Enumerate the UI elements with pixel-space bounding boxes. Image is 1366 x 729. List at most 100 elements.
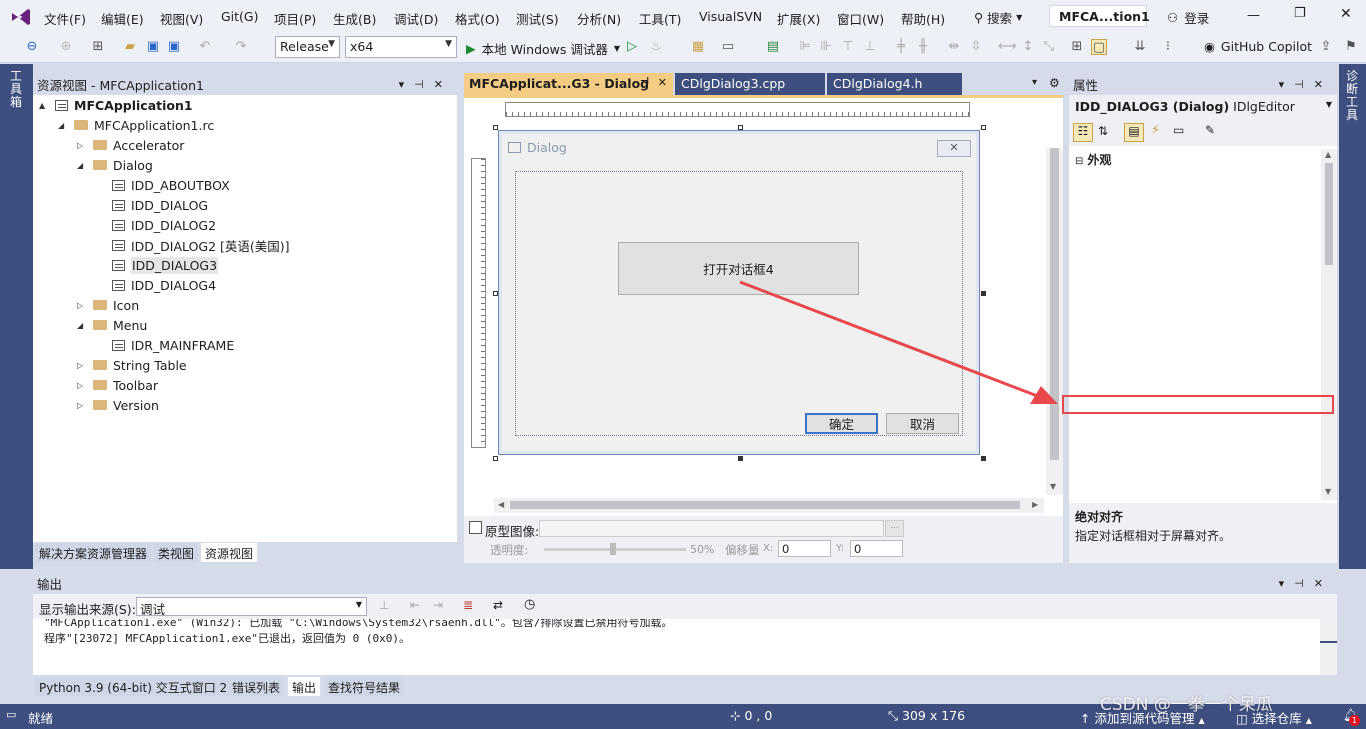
menu-debug[interactable]: 调试(D) (394, 9, 438, 28)
output-scrollbar[interactable] (1320, 619, 1337, 675)
resize-handle[interactable] (981, 456, 986, 461)
expander-icon[interactable]: ▷ (77, 381, 87, 390)
expander-icon[interactable]: ▷ (77, 361, 87, 370)
tree-item[interactable]: ▲ MFCApplication1 (39, 95, 193, 115)
menu-window[interactable]: 窗口(W) (837, 9, 884, 28)
redo-icon[interactable]: ↷ (233, 39, 249, 55)
tree-item[interactable]: IDD_DIALOG3 (96, 255, 219, 275)
object-selector[interactable]: IDD_DIALOG3 (Dialog) IDlgEditor ▼ (1069, 95, 1337, 119)
menu-tools[interactable]: 工具(T) (639, 9, 681, 28)
tab-list-icon[interactable]: ▾ (1032, 77, 1037, 88)
dropdown-icon[interactable]: ▾ (399, 78, 415, 91)
tab-dialog-editor[interactable]: MFCApplicat...G3 - Dialog ⊣ ✕ (464, 73, 673, 95)
tab-class-view[interactable]: 类视图 (154, 543, 199, 562)
pin-icon[interactable]: ⊣ (1294, 78, 1314, 91)
same-width-icon[interactable]: ⟷ (998, 39, 1017, 55)
hot-reload-icon[interactable]: ♨ (648, 39, 664, 55)
tree-item[interactable]: IDD_DIALOG2 (96, 215, 216, 235)
resize-handle[interactable] (493, 125, 498, 130)
start-debugging-button[interactable]: ▶ 本地 Windows 调试器 ▼ (466, 39, 620, 58)
dialog-close-button[interactable]: ✕ (937, 140, 971, 157)
forward-icon[interactable]: ⊕ (58, 39, 74, 55)
menu-help[interactable]: 帮助(H) (901, 9, 945, 28)
toggle-grid-icon[interactable]: ⊞ (1069, 39, 1085, 55)
save-icon[interactable]: ▣ (145, 39, 161, 55)
tab-solution-explorer[interactable]: 解决方案资源管理器 (35, 543, 152, 562)
dialog-window[interactable]: Dialog ✕ 打开对话框4 确定 取消 (498, 130, 980, 455)
center-vertical-icon[interactable]: ╪ (893, 39, 909, 55)
new-project-icon[interactable]: ⊞ (90, 39, 106, 55)
open-folder-icon[interactable]: ▰ (122, 39, 138, 55)
menu-visualsvn[interactable]: VisualSVN (699, 9, 762, 24)
space-down-icon[interactable]: ⇳ (968, 39, 984, 55)
menu-edit[interactable]: 编辑(E) (101, 9, 144, 28)
close-icon[interactable]: ✕ (434, 78, 453, 91)
tab-cdlgdialog4-h[interactable]: CDlgDialog4.h (827, 73, 962, 95)
scroll-thumb[interactable] (510, 501, 1020, 509)
expander-icon[interactable]: ◢ (77, 321, 87, 330)
properties-icon[interactable]: ▤ (1124, 123, 1144, 142)
clear-all-icon[interactable]: ≣ (463, 598, 473, 612)
categorized-icon[interactable]: ☷ (1073, 123, 1093, 142)
tab-python-interactive[interactable]: Python 3.9 (64-bit) 交互式窗口 2 (35, 677, 232, 696)
admin-icon[interactable]: ⚑ (1343, 39, 1359, 55)
toolbox-tab[interactable]: 工具箱 (10, 70, 24, 109)
overflow-icon[interactable]: ⁝ (1160, 39, 1176, 55)
menu-build[interactable]: 生成(B) (333, 9, 376, 28)
expander-icon[interactable]: ▷ (77, 141, 87, 150)
resize-handle[interactable] (981, 125, 986, 130)
menu-format[interactable]: 格式(O) (455, 9, 500, 28)
pin-icon[interactable]: ⊣ (414, 78, 434, 91)
tab-find-symbol-results[interactable]: 查找符号结果 (324, 677, 405, 696)
share-icon[interactable]: ⇪ (1318, 39, 1334, 55)
resize-handle[interactable] (493, 291, 498, 296)
tree-item[interactable]: IDD_DIALOG4 (96, 275, 216, 295)
github-copilot-button[interactable]: ◉ GitHub Copilot (1204, 39, 1312, 54)
sign-in-button[interactable]: ⚇ 登录 (1167, 8, 1209, 27)
scroll-thumb[interactable] (1325, 163, 1333, 265)
properties-scrollbar[interactable]: ▲ ▼ (1321, 149, 1337, 500)
alphabetical-icon[interactable]: ⇅ (1098, 124, 1108, 138)
align-right-icon[interactable]: ⊪ (818, 39, 834, 55)
diagnostic-tools-tab[interactable]: 诊断工具 (1346, 70, 1360, 122)
property-pages-icon[interactable]: ✎ (1205, 123, 1215, 137)
tab-error-list[interactable]: 错误列表 (228, 677, 285, 696)
resize-handle[interactable] (493, 456, 498, 461)
align-left-icon[interactable]: ⊫ (797, 39, 813, 55)
scroll-right-icon[interactable]: ▶ (1032, 500, 1038, 509)
tree-item[interactable]: ◢ Menu (77, 315, 147, 335)
slider-thumb[interactable] (610, 543, 616, 555)
word-wrap-icon[interactable]: ⇄ (493, 598, 503, 612)
tree-item[interactable]: ◢ MFCApplication1.rc (58, 115, 214, 135)
vertical-scrollbar[interactable]: ▼ (1046, 148, 1063, 495)
opacity-slider[interactable] (544, 543, 686, 555)
scroll-down-icon[interactable]: ▼ (1050, 482, 1056, 491)
tree-item[interactable]: ▷ Version (77, 395, 159, 415)
next-message-icon[interactable]: ⇥ (433, 598, 443, 612)
offset-y-stepper[interactable]: 0 (850, 540, 903, 557)
menu-analyze[interactable]: 分析(N) (577, 9, 621, 28)
close-icon[interactable]: ✕ (1314, 78, 1333, 91)
category-appearance[interactable]: ⊟ 外观 (1069, 149, 1321, 168)
same-size-icon[interactable]: ⤡ (1041, 39, 1057, 55)
find-message-icon[interactable]: ⊥ (379, 598, 389, 612)
tree-item[interactable]: ▷ Toolbar (77, 375, 158, 395)
undo-icon[interactable]: ↶ (197, 39, 213, 55)
layout-icon[interactable]: ▭ (720, 39, 736, 55)
scroll-left-icon[interactable]: ◀ (498, 500, 504, 509)
search-box[interactable]: ⚲ 搜索 ▼ (974, 8, 1022, 27)
tree-item[interactable]: ▷ Icon (77, 295, 139, 315)
scroll-down-icon[interactable]: ▼ (1325, 487, 1331, 496)
tree-item[interactable]: ▷ Accelerator (77, 135, 184, 155)
events-icon[interactable]: ⚡ (1151, 123, 1160, 138)
settings-icon[interactable]: ⚙ (1049, 76, 1060, 90)
visual-studio-logo-icon[interactable] (10, 7, 32, 27)
tree-item[interactable]: IDD_ABOUTBOX (96, 175, 230, 195)
resize-handle[interactable] (981, 291, 986, 296)
pin-icon[interactable]: ⊣ (640, 76, 649, 87)
close-window-button[interactable]: ✕ (1340, 6, 1352, 22)
expander-icon[interactable]: ▷ (77, 301, 87, 310)
expander-icon[interactable]: ▷ (77, 401, 87, 410)
same-height-icon[interactable]: ↕ (1020, 39, 1036, 55)
tab-order-icon[interactable]: ⇊ (1132, 39, 1148, 55)
